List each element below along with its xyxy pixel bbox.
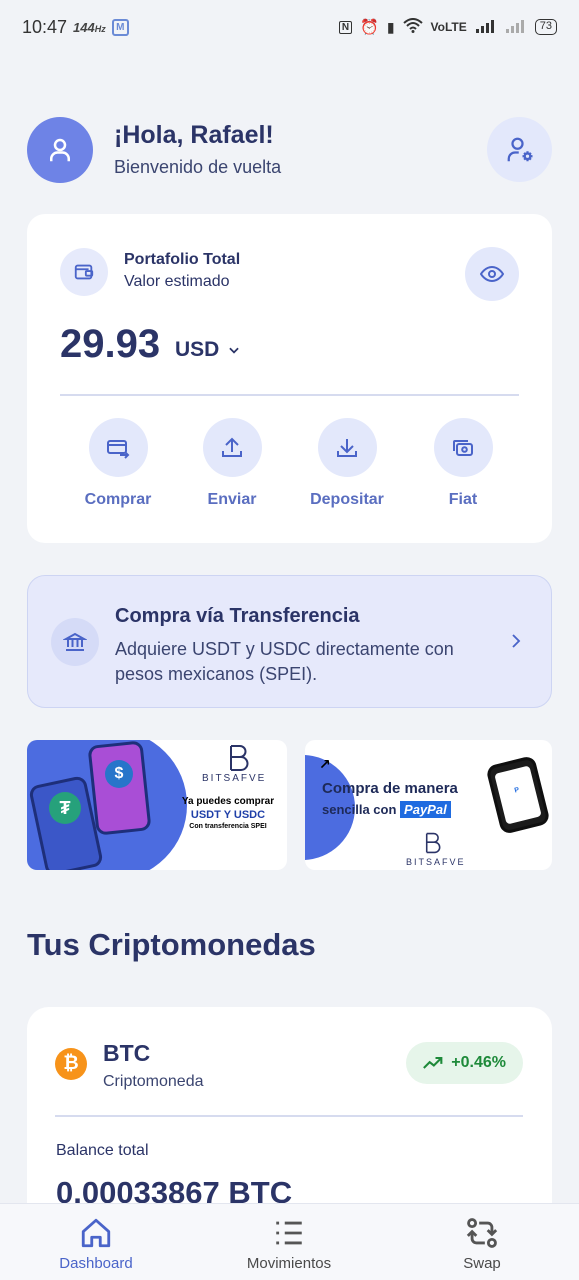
bitcoin-icon: ₿ xyxy=(55,1048,87,1080)
user-settings-icon xyxy=(507,137,532,161)
arrow-icon: ↗ xyxy=(319,756,331,772)
deposit-label: Depositar xyxy=(310,491,384,508)
swap-icon xyxy=(466,1218,498,1248)
usdc-icon: $ xyxy=(105,760,133,788)
status-bar-right: N ⏰ ▮ VoLTE 73 xyxy=(338,18,557,36)
signal-icon xyxy=(475,19,497,36)
refresh-rate: 144Hz xyxy=(73,19,106,35)
paypal-logo-icon: P xyxy=(494,765,542,825)
promo-brand: BITSAFVE xyxy=(202,773,267,784)
phone-graphic: P xyxy=(485,754,551,836)
chevron-down-icon xyxy=(229,347,240,354)
portfolio-divider xyxy=(60,394,519,396)
section-title: Tus Criptomonedas xyxy=(27,927,316,962)
bank-icon xyxy=(63,632,87,651)
promo-line-2: USDT Y USDC xyxy=(190,809,266,821)
status-time: 10:47 xyxy=(22,16,68,37)
currency-label: USD xyxy=(175,338,220,361)
paypal-highlight: PayPal xyxy=(400,801,451,818)
avatar[interactable] xyxy=(27,117,93,183)
nav-dashboard-label: Dashboard xyxy=(59,1255,133,1272)
buy-label: Comprar xyxy=(84,491,152,508)
user-icon xyxy=(50,138,70,162)
trending-up-icon xyxy=(423,1056,443,1069)
crypto-symbol: BTC xyxy=(103,1040,151,1066)
buy-button[interactable]: Comprar xyxy=(60,418,176,509)
volte-label: VoLTE xyxy=(430,20,467,34)
wallet-icon-badge xyxy=(60,248,108,296)
cash-icon xyxy=(453,439,473,456)
nav-dashboard[interactable]: Dashboard xyxy=(16,1216,176,1272)
promo-line-1: Ya puedes comprar xyxy=(181,796,275,807)
promo-line-2-prefix: sencilla con xyxy=(322,802,397,817)
fiat-icon-badge xyxy=(433,418,493,477)
status-bar: 10:47 144Hz M N ⏰ ▮ VoLTE 73 xyxy=(0,0,579,54)
nav-movimientos[interactable]: Movimientos xyxy=(209,1216,369,1272)
eye-icon xyxy=(480,265,504,283)
crypto-divider xyxy=(55,1115,523,1117)
fiat-button[interactable]: Fiat xyxy=(405,418,521,509)
promo-brand: BITSAFVE xyxy=(406,857,466,867)
welcome-subtitle: Bienvenido de vuelta xyxy=(114,157,282,177)
alarm-icon: ⏰ xyxy=(360,19,379,36)
deposit-button[interactable]: Depositar xyxy=(289,418,405,509)
toggle-visibility-button[interactable] xyxy=(465,247,519,301)
header: ¡Hola, Rafael! Bienvenido de vuelta xyxy=(27,117,552,183)
crypto-type: Criptomoneda xyxy=(103,1073,204,1090)
send-icon-badge xyxy=(202,418,262,477)
transfer-description: Adquiere USDT y USDC directamente con pe… xyxy=(115,639,454,684)
vibrate-icon: ▮ xyxy=(386,18,395,35)
nav-movimientos-label: Movimientos xyxy=(246,1255,332,1272)
wallet-icon xyxy=(74,264,94,280)
upload-icon xyxy=(222,437,242,457)
send-label: Enviar xyxy=(207,491,257,508)
transfer-title: Compra vía Transferencia xyxy=(115,605,360,627)
bitsafve-logo-icon xyxy=(230,745,249,771)
currency-selector[interactable]: USD xyxy=(175,338,241,362)
phone-graphic xyxy=(87,740,152,836)
portfolio-subtitle: Valor estimado xyxy=(124,273,230,290)
promo-line-3: Con transferencia SPEI xyxy=(189,823,267,830)
portfolio-amount: 29.93 xyxy=(60,322,161,366)
nav-swap-label: Swap xyxy=(463,1255,501,1272)
signal-2-icon xyxy=(505,19,527,36)
bank-icon-badge xyxy=(51,618,99,666)
home-icon xyxy=(81,1218,111,1248)
bottom-nav: Dashboard Movimientos Swap xyxy=(0,1203,579,1280)
price-change-badge: +0.46% xyxy=(406,1042,523,1084)
status-bar-left: 10:47 144Hz M xyxy=(22,17,129,38)
wifi-icon xyxy=(402,18,423,36)
promo-banner-paypal[interactable]: ↗ Compra de manera sencilla con PayPal P… xyxy=(305,740,552,870)
download-icon xyxy=(337,438,357,457)
card-transfer-icon xyxy=(107,439,130,459)
deposit-icon-badge xyxy=(317,418,377,477)
promo-banner-usdt-usdc[interactable]: ₮ $ BITSAFVE Ya puedes comprar USDT Y US… xyxy=(27,740,287,870)
portfolio-card: Portafolio Total Valor estimado 29.93 US… xyxy=(27,214,552,543)
battery-icon: 73 xyxy=(534,19,557,35)
bitsafve-logo-icon xyxy=(425,832,441,854)
promo-line-2: sencilla con PayPal xyxy=(322,801,451,818)
fiat-label: Fiat xyxy=(448,491,478,508)
profile-settings-button[interactable] xyxy=(487,117,552,182)
greeting: ¡Hola, Rafael! xyxy=(114,121,274,149)
buy-icon-badge xyxy=(88,418,148,477)
nfc-icon: N xyxy=(338,20,353,34)
balance-label: Balance total xyxy=(56,1142,149,1159)
transfer-banner[interactable]: Compra vía Transferencia Adquiere USDT y… xyxy=(27,575,552,708)
send-button[interactable]: Enviar xyxy=(174,418,290,509)
portfolio-title: Portafolio Total xyxy=(124,251,241,268)
promo-line-1: Compra de manera xyxy=(322,780,458,797)
tether-icon: ₮ xyxy=(49,792,81,824)
chevron-right-icon xyxy=(507,630,525,657)
quick-actions: Comprar Enviar Depositar Fiat xyxy=(60,418,519,518)
price-change-value: +0.46% xyxy=(451,1054,506,1071)
notification-app-icon: M xyxy=(111,18,129,36)
nav-swap[interactable]: Swap xyxy=(402,1216,562,1272)
list-icon xyxy=(276,1221,302,1245)
